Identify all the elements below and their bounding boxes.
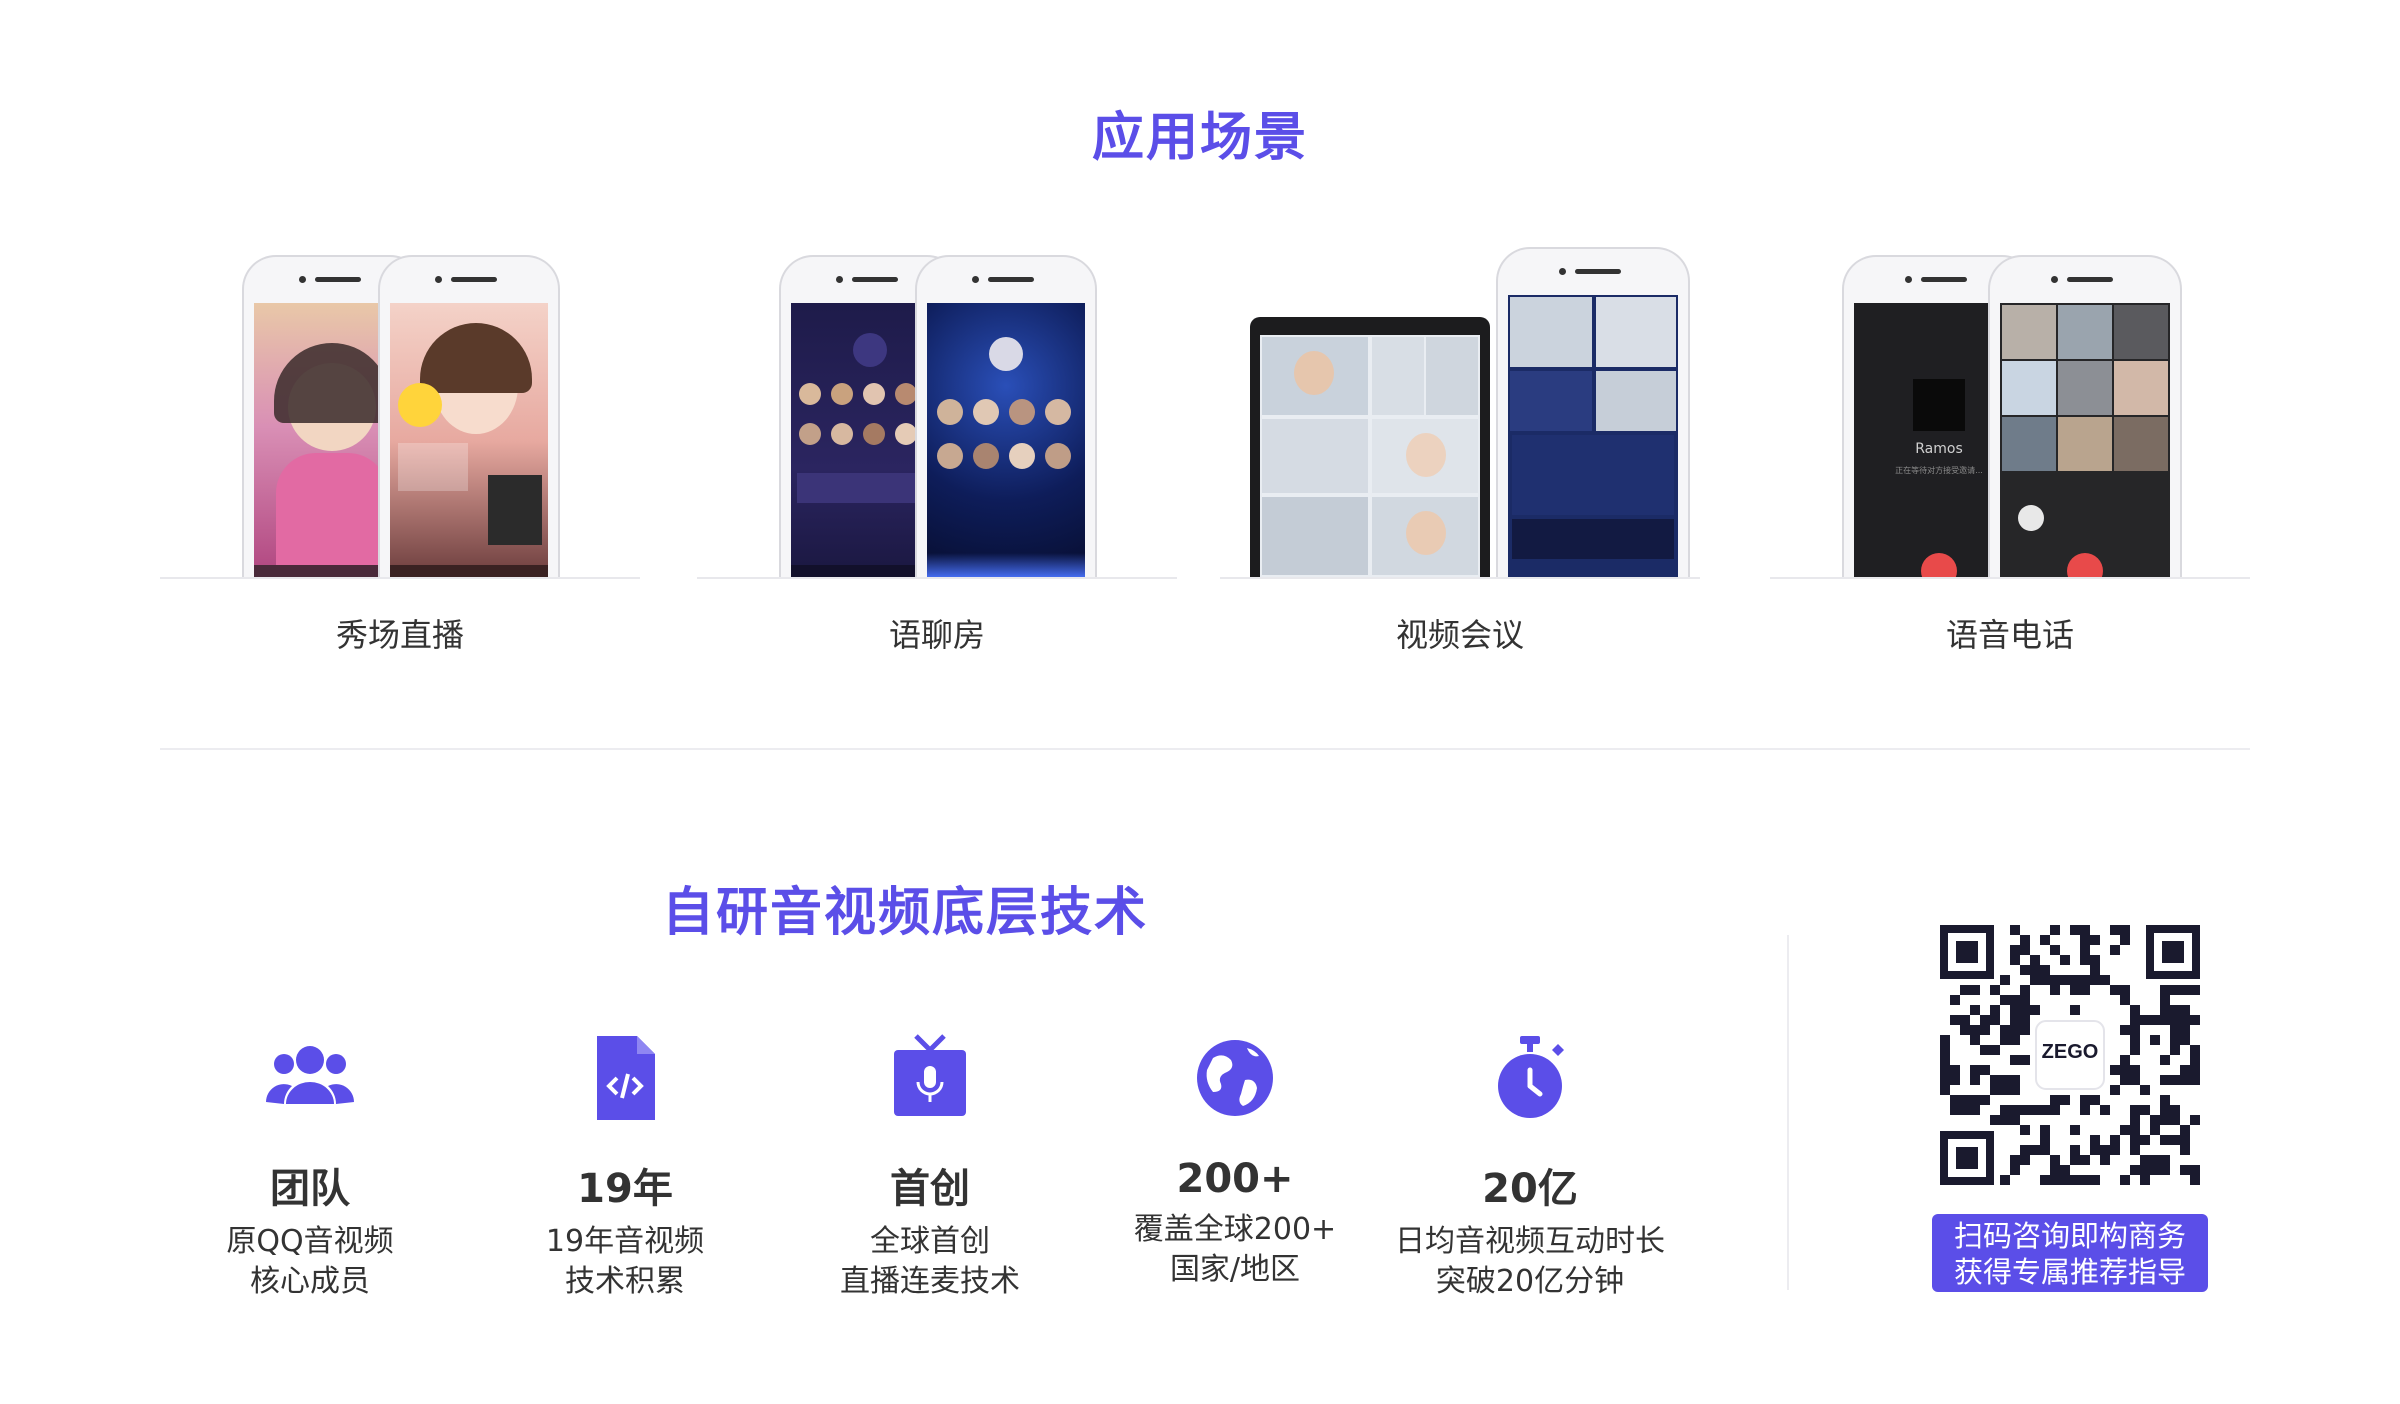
- qr-caption-line1: 扫码咨询即构商务: [1953, 1219, 2186, 1253]
- live-stream-screen: [390, 303, 548, 579]
- tech-section-title: 自研音视频底层技术: [661, 883, 1148, 943]
- phone-mockup: [1988, 255, 2182, 579]
- feature-desc-line2: 技术积累: [565, 1264, 685, 1299]
- feature-desc-line1: 19年音视频: [545, 1224, 705, 1259]
- scene-card-live-show[interactable]: 秀场直播: [160, 245, 640, 665]
- scene-baseline: [697, 577, 1177, 579]
- tablet-mockup: [1250, 317, 1490, 577]
- feature-desc-line2: 国家/地区: [1169, 1252, 1301, 1287]
- team-icon: [262, 1030, 358, 1126]
- feature-years: 19年 19年音视频 技术积累: [475, 1030, 775, 1302]
- feature-global: 200+ 覆盖全球200+ 国家/地区: [1085, 1030, 1385, 1290]
- feature-value: 首创: [890, 1166, 970, 1212]
- scene-label: 语音电话: [1945, 616, 2074, 654]
- scene-card-voice-chat-room[interactable]: 语聊房: [697, 245, 1177, 665]
- voice-call-screen: [2000, 303, 2170, 579]
- feature-first: 首创 全球首创 直播连麦技术: [780, 1030, 1080, 1302]
- feature-value: 19年: [577, 1166, 673, 1212]
- feature-desc-line2: 直播连麦技术: [840, 1264, 1020, 1299]
- zego-logo: ZEGO: [2041, 1041, 2099, 1063]
- qr-caption-line2: 获得专属推荐指导: [1953, 1255, 2186, 1289]
- scene-baseline: [1220, 577, 1700, 579]
- feature-value: 20亿: [1482, 1166, 1578, 1212]
- scenes-row: 秀场直播 语聊房 视频会议 Ramos 正在等待对方接受邀请... 语音电话: [160, 245, 2250, 665]
- scene-card-video-conference[interactable]: 视频会议: [1220, 245, 1700, 665]
- vertical-divider: [1787, 935, 1789, 1290]
- scene-baseline: [160, 577, 640, 579]
- feature-team: 团队 原QQ音视频 核心成员: [160, 1030, 460, 1302]
- feature-desc-line1: 全球首创: [870, 1224, 990, 1259]
- feature-desc-line2: 突破20亿分钟: [1435, 1264, 1625, 1299]
- scene-label: 秀场直播: [335, 616, 464, 654]
- section-divider: [160, 748, 2250, 750]
- feature-desc-line1: 原QQ音视频: [226, 1224, 394, 1259]
- phone-mockup: [378, 255, 560, 579]
- feature-daily-minutes: 20亿 日均音视频互动时长 突破20亿分钟: [1380, 1030, 1680, 1302]
- stopwatch-icon: [1482, 1030, 1578, 1126]
- video-meeting-screen: [1508, 295, 1678, 579]
- scene-label: 语聊房: [888, 616, 985, 654]
- scenes-section-title: 应用场景: [1091, 108, 1308, 168]
- feature-value: 团队: [270, 1166, 350, 1212]
- feature-value: 200+: [1176, 1156, 1294, 1202]
- qr-caption: 扫码咨询即构商务 获得专属推荐指导: [1932, 1214, 2208, 1292]
- tv-mic-icon: [882, 1030, 978, 1126]
- scene-card-voice-call[interactable]: Ramos 正在等待对方接受邀请... 语音电话: [1770, 245, 2250, 665]
- code-file-icon: [577, 1030, 673, 1126]
- feature-desc-line2: 核心成员: [250, 1264, 370, 1299]
- phone-mockup: [915, 255, 1097, 579]
- hang-up-icon: [2067, 553, 2103, 579]
- scene-label: 视频会议: [1395, 616, 1524, 654]
- hang-up-icon: [1921, 553, 1957, 579]
- contact-qr-code[interactable]: ZEGO: [1940, 925, 2200, 1185]
- video-grid-screen: [1260, 335, 1480, 577]
- phone-mockup: [1496, 247, 1690, 579]
- feature-desc-line1: 日均音视频互动时长: [1395, 1224, 1665, 1259]
- feature-desc-line1: 覆盖全球200+: [1133, 1212, 1337, 1247]
- scene-baseline: [1770, 577, 2250, 579]
- voice-room-screen: [927, 303, 1085, 579]
- globe-icon: [1187, 1030, 1283, 1126]
